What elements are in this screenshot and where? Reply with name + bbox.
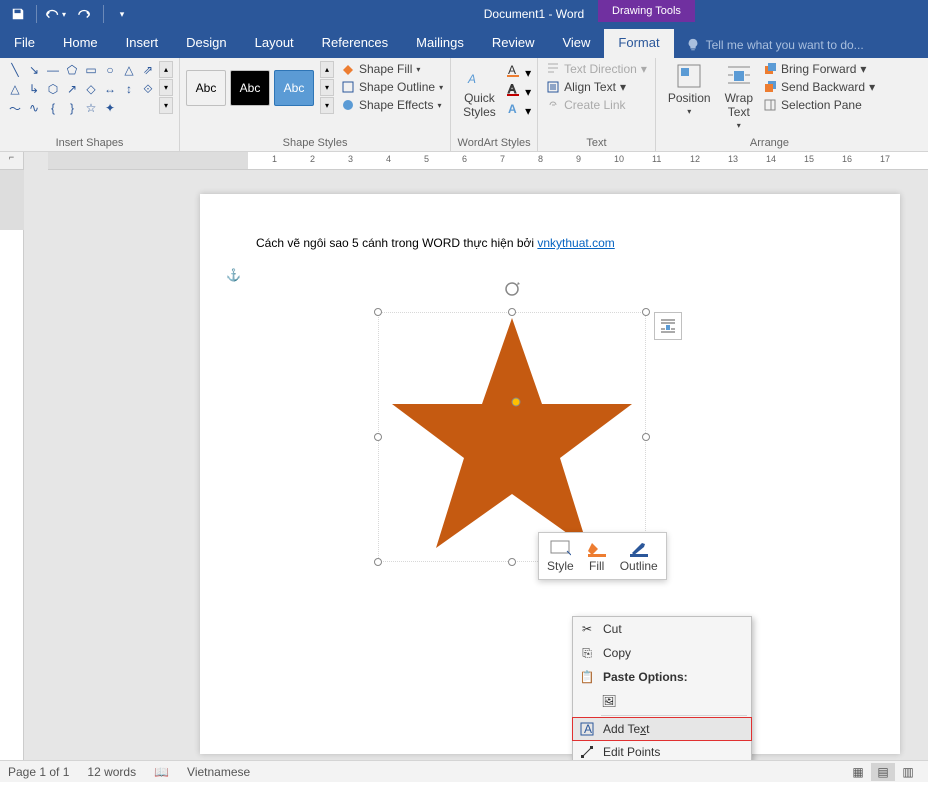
menu-bar: File Home Insert Design Layout Reference…	[0, 28, 928, 58]
tab-view[interactable]: View	[548, 29, 604, 58]
rotation-handle[interactable]	[503, 280, 521, 301]
text-fill-button[interactable]: A ▾	[506, 63, 531, 80]
context-tab-drawing: Drawing Tools	[598, 0, 695, 22]
quick-access-toolbar: ▾ ▾	[0, 1, 140, 27]
save-button[interactable]	[4, 1, 32, 27]
shape-outline-button[interactable]: Shape Outline ▾	[340, 79, 444, 95]
resize-handle-ne[interactable]	[642, 308, 650, 316]
star-shape[interactable]	[378, 312, 646, 562]
tab-references[interactable]: References	[308, 29, 402, 58]
ctx-paste-picture[interactable]: 🖼	[573, 689, 751, 713]
status-proofing-icon[interactable]: 📖	[154, 765, 169, 779]
tab-layout[interactable]: Layout	[241, 29, 308, 58]
shape-selection[interactable]	[378, 312, 646, 562]
undo-button[interactable]: ▾	[41, 1, 69, 27]
shapes-gallery[interactable]: ╲↘—⬠▭○△⇗ △↳⬡↗◇↔↕⟐ 〜∿{}☆✦	[6, 61, 157, 117]
view-read-mode[interactable]: ▦	[846, 763, 870, 781]
paste-icon: 📋	[579, 669, 595, 685]
document-area: Cách vẽ ngôi sao 5 cánh trong WORD thực …	[0, 170, 928, 760]
tab-mailings[interactable]: Mailings	[402, 29, 478, 58]
svg-text:A: A	[508, 82, 516, 96]
svg-text:A: A	[584, 722, 592, 736]
copy-icon: ⎘	[579, 645, 595, 661]
shapes-scroll-down[interactable]: ▾	[159, 79, 173, 96]
tell-me-search[interactable]: Tell me what you want to do...	[686, 38, 864, 58]
resize-handle-n[interactable]	[508, 308, 516, 316]
shape-effects-button[interactable]: Shape Effects ▾	[340, 97, 444, 113]
view-print-layout[interactable]: ▤	[871, 763, 895, 781]
shapes-scroll-up[interactable]: ▴	[159, 61, 173, 78]
qat-customize[interactable]: ▾	[108, 1, 136, 27]
tab-design[interactable]: Design	[172, 29, 240, 58]
tab-review[interactable]: Review	[478, 29, 549, 58]
resize-handle-sw[interactable]	[374, 558, 382, 566]
shapes-more[interactable]: ▾	[159, 97, 173, 114]
svg-text:A: A	[508, 102, 517, 115]
shape-style-gallery[interactable]: Abc Abc Abc ▴ ▾ ▾	[186, 61, 334, 114]
paste-picture-icon: 🖼	[601, 693, 617, 709]
resize-handle-w[interactable]	[374, 433, 382, 441]
shape-fill-button[interactable]: Shape Fill ▾	[340, 61, 444, 77]
ribbon: ╲↘—⬠▭○△⇗ △↳⬡↗◇↔↕⟐ 〜∿{}☆✦ ▴ ▾ ▾ Insert Sh…	[0, 58, 928, 152]
redo-button[interactable]	[71, 1, 99, 27]
resize-handle-s[interactable]	[508, 558, 516, 566]
group-wordart-styles: A Quick Styles A ▾ A ▾ A ▾ WordArt Style…	[451, 58, 538, 151]
group-insert-shapes: ╲↘—⬠▭○△⇗ △↳⬡↗◇↔↕⟐ 〜∿{}☆✦ ▴ ▾ ▾ Insert Sh…	[0, 58, 180, 151]
tab-format[interactable]: Format	[604, 29, 673, 58]
tab-home[interactable]: Home	[49, 29, 112, 58]
ctx-cut[interactable]: ✂Cut	[573, 617, 751, 641]
cut-icon: ✂	[579, 621, 595, 637]
page[interactable]: Cách vẽ ngôi sao 5 cánh trong WORD thực …	[200, 194, 900, 754]
anchor-icon: ⚓	[226, 268, 241, 282]
text-effects-button[interactable]: A ▾	[506, 101, 531, 118]
tab-file[interactable]: File	[0, 29, 49, 58]
view-web-layout[interactable]: ▥	[896, 763, 920, 781]
status-page[interactable]: Page 1 of 1	[8, 765, 69, 779]
mini-fill-button[interactable]: Fill	[582, 537, 612, 575]
add-text-icon: A	[579, 721, 595, 737]
context-menu: ✂Cut ⎘Copy 📋Paste Options: 🖼 AAdd Text E…	[572, 616, 752, 760]
ctx-edit-points[interactable]: Edit Points	[573, 740, 751, 760]
status-language[interactable]: Vietnamese	[187, 765, 250, 779]
resize-handle-e[interactable]	[642, 433, 650, 441]
svg-text:A: A	[467, 72, 476, 86]
quick-styles-button[interactable]: A Quick Styles	[457, 61, 502, 121]
vertical-ruler[interactable]	[0, 170, 24, 760]
group-arrange: Position▾ Wrap Text▾ Bring Forward ▾ Sen…	[656, 58, 883, 151]
window-title: Document1 - Word	[140, 7, 928, 21]
document-link[interactable]: vnkythuat.com	[537, 236, 614, 250]
edit-points-icon	[579, 744, 595, 760]
horizontal-ruler[interactable]: 1234567891011121314151617	[48, 152, 928, 170]
ctx-copy[interactable]: ⎘Copy	[573, 641, 751, 665]
tab-insert[interactable]: Insert	[112, 29, 173, 58]
position-button[interactable]: Position▾	[662, 61, 717, 132]
send-backward-button[interactable]: Send Backward ▾	[761, 79, 877, 95]
group-shape-styles: Abc Abc Abc ▴ ▾ ▾ Shape Fill ▾ Shape Out…	[180, 58, 451, 151]
ctx-paste-options: 📋Paste Options:	[573, 665, 751, 689]
bring-forward-button[interactable]: Bring Forward ▾	[761, 61, 877, 77]
mini-outline-button[interactable]: Outline	[616, 537, 662, 575]
text-outline-button[interactable]: A ▾	[506, 82, 531, 99]
group-text: Text Direction ▾ Align Text ▾ Create Lin…	[538, 58, 656, 151]
ctx-add-text[interactable]: AAdd Text	[572, 717, 752, 741]
selection-pane-button[interactable]: Selection Pane	[761, 97, 877, 113]
align-text-button[interactable]: Align Text ▾	[544, 79, 649, 95]
status-words[interactable]: 12 words	[87, 765, 136, 779]
create-link-button: Create Link	[544, 97, 649, 113]
title-bar: ▾ ▾ Document1 - Word Drawing Tools	[0, 0, 928, 28]
ruler-corner: ⌐	[0, 152, 24, 170]
mini-style-button[interactable]: Style	[543, 537, 578, 575]
document-text[interactable]: Cách vẽ ngôi sao 5 cánh trong WORD thực …	[256, 234, 844, 252]
layout-options-button[interactable]	[654, 312, 682, 340]
svg-text:A: A	[508, 63, 516, 77]
lightbulb-icon	[686, 38, 700, 52]
status-bar: Page 1 of 1 12 words 📖 Vietnamese ▦ ▤ ▥	[0, 760, 928, 782]
resize-handle-nw[interactable]	[374, 308, 382, 316]
wrap-text-button[interactable]: Wrap Text▾	[719, 61, 759, 132]
mini-toolbar: Style Fill Outline	[538, 532, 667, 580]
text-direction-button: Text Direction ▾	[544, 61, 649, 77]
